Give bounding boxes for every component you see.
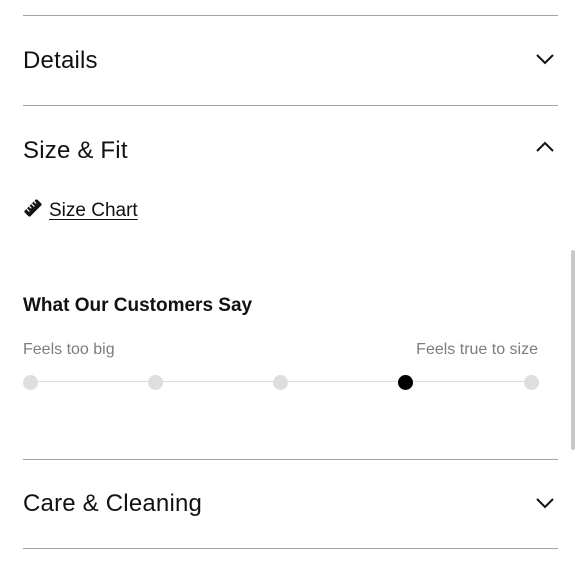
size-chart-link[interactable]: Size Chart [23, 198, 138, 223]
size-chart-label[interactable]: Size Chart [49, 200, 138, 222]
chevron-down-icon[interactable] [533, 491, 557, 515]
fit-scale-dot[interactable] [22, 374, 38, 390]
size-fit-section-title[interactable]: Size & Fit [23, 139, 128, 163]
fit-label-left: Feels too big [23, 341, 115, 358]
chevron-up-icon[interactable] [533, 135, 557, 159]
fit-scale-dot[interactable] [147, 374, 163, 390]
fit-scale-dot[interactable] [273, 374, 288, 390]
fit-scale-dot[interactable] [523, 374, 539, 390]
divider [23, 548, 558, 549]
fit-scale-dot-selected[interactable] [398, 374, 414, 390]
customers-say-heading: What Our Customers Say [23, 295, 253, 316]
divider [23, 15, 558, 16]
fit-label-right: Feels true to size [416, 341, 538, 358]
scrollbar[interactable] [571, 250, 575, 450]
product-accordion: Details Size & Fit Size Chart What Our C… [0, 0, 580, 580]
divider [23, 459, 558, 460]
divider [23, 105, 558, 106]
details-section-title[interactable]: Details [23, 49, 98, 73]
chevron-down-icon[interactable] [533, 47, 557, 71]
ruler-icon [23, 198, 43, 223]
care-section-title[interactable]: Care & Cleaning [23, 492, 202, 516]
